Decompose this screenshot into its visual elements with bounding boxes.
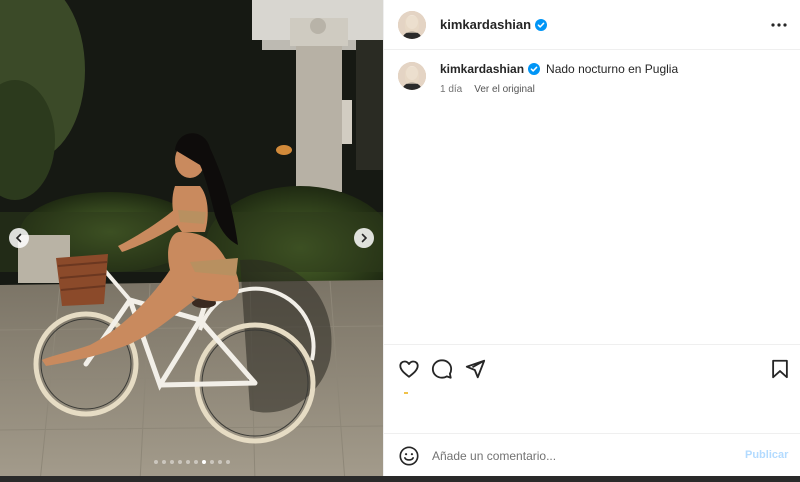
carousel-dot [161, 460, 166, 464]
instagram-post-modal: kimkardashian kimkardashian Nado nocturn… [0, 0, 800, 482]
publish-button[interactable]: Publicar [745, 449, 788, 461]
carousel-dot [153, 460, 158, 464]
carousel-dot [193, 460, 198, 464]
heart-icon[interactable] [398, 358, 420, 380]
see-original-link[interactable]: Ver el original [474, 84, 535, 95]
bookmark-icon[interactable] [769, 358, 791, 380]
caption-text: Nado nocturno en Puglia [546, 62, 679, 76]
verified-badge-icon [535, 18, 548, 31]
post-media [0, 0, 383, 482]
carousel-dot [209, 460, 214, 464]
avatar[interactable] [398, 10, 426, 39]
share-icon[interactable] [464, 358, 486, 380]
carousel-dot [177, 460, 182, 464]
chevron-left-icon [15, 233, 22, 243]
emoji-icon[interactable] [398, 445, 420, 467]
carousel-next-button[interactable] [354, 228, 374, 248]
carousel-dot [169, 460, 174, 464]
post-side-panel: kimkardashian kimkardashian Nado nocturn… [383, 0, 800, 482]
verified-badge-icon [528, 63, 541, 75]
carousel-dot [185, 460, 190, 464]
chevron-right-icon [361, 233, 368, 243]
carousel-indicator [0, 460, 383, 464]
post-photo [0, 0, 383, 482]
caption-username-link[interactable]: kimkardashian [440, 62, 524, 76]
comment-input[interactable] [432, 448, 732, 463]
comment-icon[interactable] [431, 358, 453, 380]
more-options-icon[interactable] [769, 17, 789, 33]
carousel-dot [217, 460, 222, 464]
carousel-prev-button[interactable] [9, 228, 29, 248]
caption-avatar[interactable] [398, 62, 426, 90]
carousel-dot [201, 460, 206, 464]
username-link[interactable]: kimkardashian [440, 17, 531, 32]
post-actions [384, 344, 800, 390]
comment-bar: Publicar [384, 433, 800, 477]
post-caption: kimkardashian Nado nocturno en Puglia 1 … [398, 62, 788, 95]
likes-indicator [404, 392, 408, 394]
post-time[interactable]: 1 día [440, 84, 462, 95]
post-header: kimkardashian [384, 0, 800, 50]
carousel-dot [225, 460, 230, 464]
page-bottom-strip [0, 476, 800, 482]
